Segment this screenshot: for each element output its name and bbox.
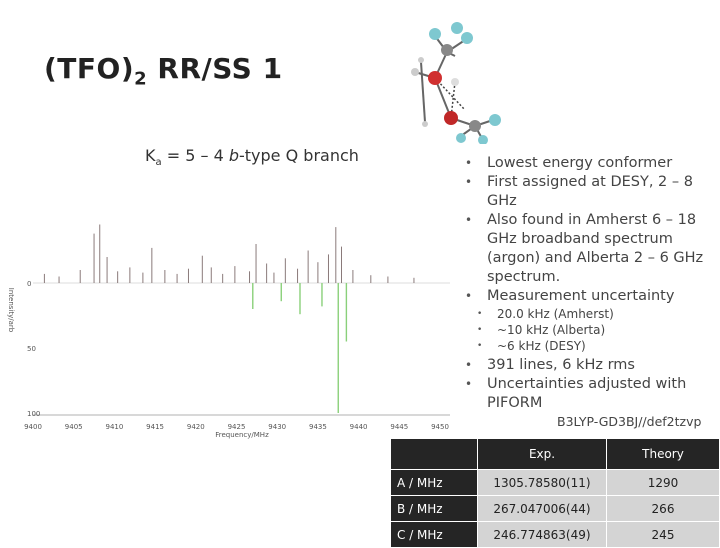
bullet-item: Also found in Amherst 6 – 18 GHz broadba… [463, 211, 708, 287]
x-tick-label-6: 9430 [268, 423, 286, 431]
table-header-exp: Exp. [477, 438, 607, 470]
exp-value: 267.047006(44) [477, 495, 607, 522]
x-tick-label-0: 9400 [24, 423, 42, 431]
spectrum-chart: 9400 9405 9410 9415 9420 9425 9430 9435 9440 9445… [7, 224, 450, 439]
sub-bullet-item: ~6 kHz (DESY) [463, 338, 708, 354]
x-axis-label: Frequency/MHz [215, 431, 269, 439]
y-tick-label-1: 50 [27, 345, 36, 353]
bullet-item: Measurement uncertainty [463, 287, 708, 306]
x-tick-label-4: 9420 [187, 423, 205, 431]
uncertainty-sub-bullets: 20.0 kHz (Amherst) ~10 kHz (Alberta) ~6 … [463, 306, 708, 354]
rotational-constants-table: Exp. Theory A / MHz 1305.78580(11) 1290 … [390, 438, 720, 548]
y-axis-label: Intensity/arb [7, 288, 15, 333]
table-header-theory: Theory [606, 438, 720, 470]
molecule-structure-image [411, 22, 501, 144]
bullet-item: Lowest energy conformer [463, 154, 708, 173]
bullet-item: Uncertainties adjusted with PIFORM [463, 375, 708, 413]
theory-value: 266 [606, 495, 720, 522]
x-tick-label-10: 9450 [431, 423, 449, 431]
x-tick-label-7: 9435 [309, 423, 327, 431]
sub-bullet-item: ~10 kHz (Alberta) [463, 322, 708, 338]
x-tick-labels: 9400 9405 9410 9415 9420 9425 9430 9435 9440 9445… [24, 423, 449, 431]
y-tick-label-0: 0 [27, 280, 31, 288]
title-main: (TFO) [44, 52, 135, 85]
bullet-item: 391 lines, 6 kHz rms [463, 356, 708, 375]
predicted-series [252, 283, 348, 413]
bullet-item: First assigned at DESY, 2 – 8 GHz [463, 173, 708, 211]
more-bullets: 391 lines, 6 kHz rms Uncertainties adjus… [463, 356, 708, 413]
theory-method-label: B3LYP-GD3BJ//def2tzvp [557, 414, 702, 429]
theory-value: 1290 [606, 469, 720, 496]
table-row: C / MHz 246.774863(49) 245 [390, 521, 720, 548]
main-bullets: Lowest energy conformer First assigned a… [463, 154, 708, 306]
row-label: A / MHz [390, 469, 478, 496]
row-label: B / MHz [390, 495, 478, 522]
observed-series [43, 224, 415, 283]
slide-title: (TFO)2 RR/SS 1 [44, 52, 283, 90]
x-tick-label-5: 9425 [228, 423, 246, 431]
sub-bullet-item: 20.0 kHz (Amherst) [463, 306, 708, 322]
x-tick-label-1: 9405 [65, 423, 83, 431]
exp-value: 1305.78580(11) [477, 469, 607, 496]
x-tick-label-2: 9410 [105, 423, 123, 431]
y-tick-label-2: 100 [27, 410, 40, 418]
x-tick-label-8: 9440 [350, 423, 368, 431]
exp-value: 246.774863(49) [477, 521, 607, 548]
table-row: A / MHz 1305.78580(11) 1290 [390, 469, 720, 496]
x-tick-label-3: 9415 [146, 423, 164, 431]
table-header-empty [390, 438, 478, 470]
theory-value: 245 [606, 521, 720, 548]
notes-list: Lowest energy conformer First assigned a… [463, 154, 708, 413]
table-row: B / MHz 267.047006(44) 266 [390, 495, 720, 522]
row-label: C / MHz [390, 521, 478, 548]
title-rest: RR/SS 1 [147, 52, 283, 85]
y-tick-labels: 0 50 100 [27, 280, 40, 418]
title-subscript: 2 [134, 68, 148, 90]
table-header-row: Exp. Theory [390, 438, 720, 470]
x-tick-label-9: 9445 [390, 423, 408, 431]
